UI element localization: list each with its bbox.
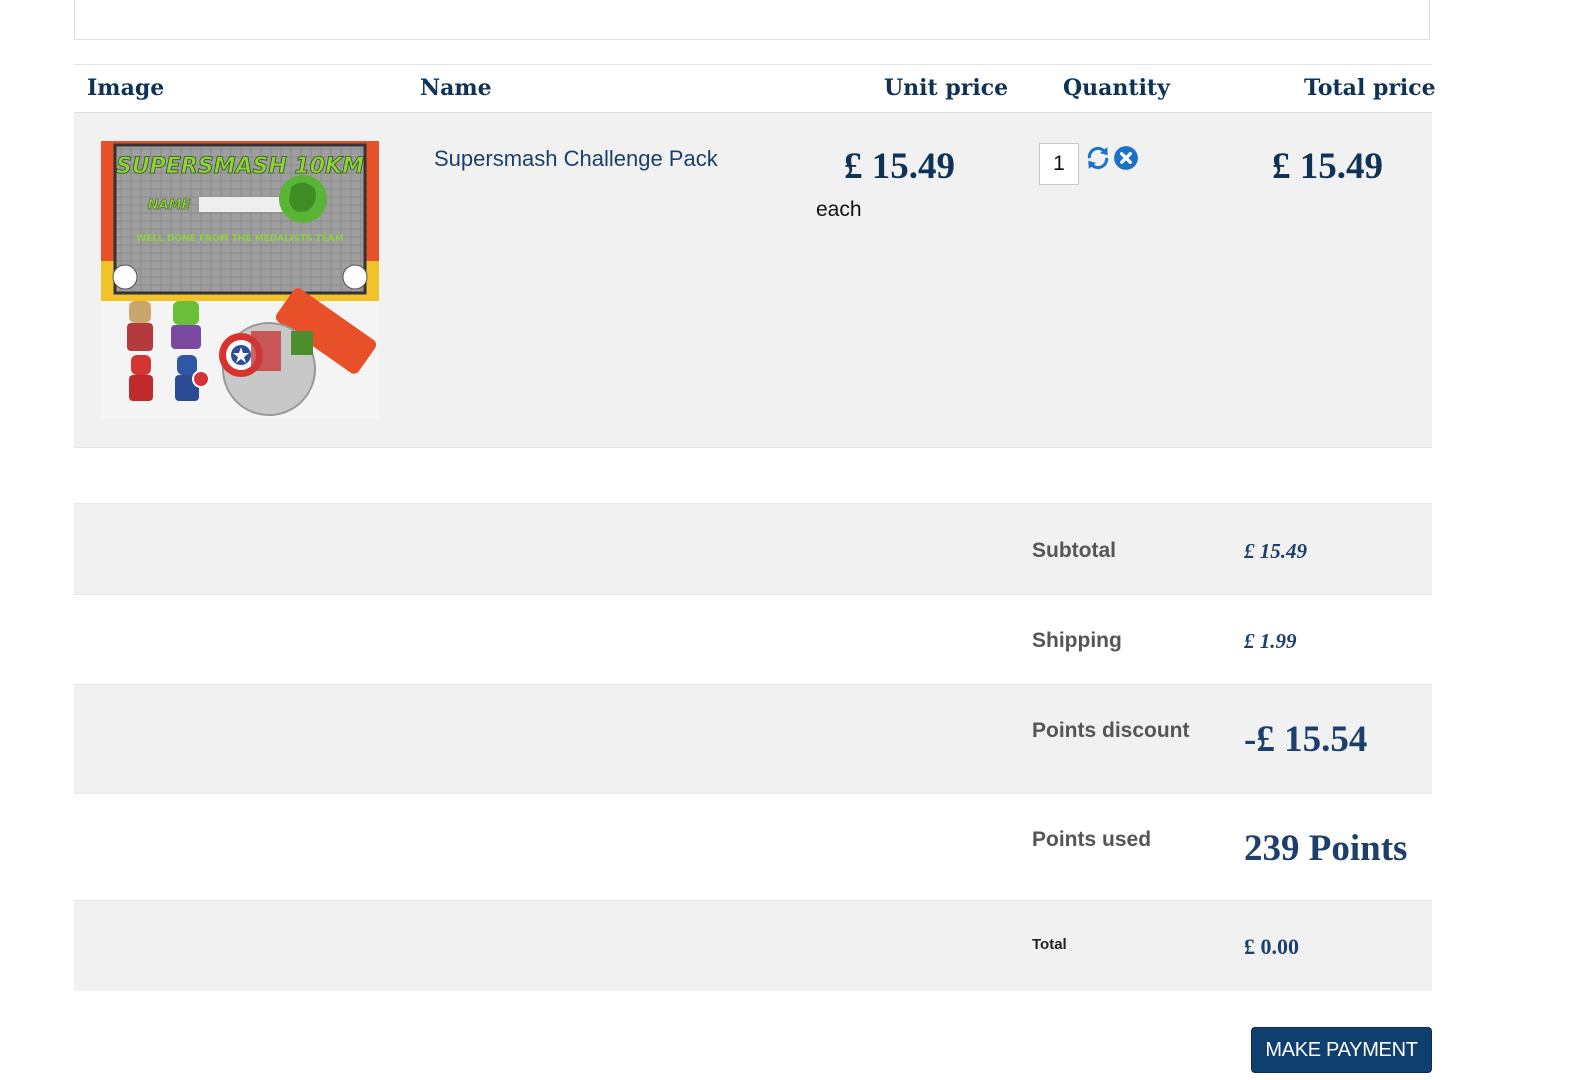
quantity-input[interactable] (1039, 143, 1079, 185)
points-used-row: Points used 239 Points (74, 793, 1432, 900)
points-used-value: 239 Points (1244, 828, 1408, 869)
shipping-value: £ 1.99 (1244, 629, 1297, 653)
header-name: Name (420, 75, 492, 101)
refresh-icon[interactable] (1085, 145, 1111, 171)
product-image[interactable]: SUPERSMASH 10KM NAME WELL DONE FROM THE … (101, 141, 379, 419)
cart-item-row: SUPERSMASH 10KM NAME WELL DONE FROM THE … (74, 113, 1432, 448)
unit-price: £ 15.49 (844, 146, 955, 187)
total-row: Total £ 0.00 (74, 900, 1432, 991)
unit-price-suffix: each (816, 198, 862, 221)
image-name-label: NAME (148, 198, 191, 213)
shipping-row: Shipping £ 1.99 (74, 594, 1432, 684)
shipping-label: Shipping (1032, 629, 1122, 652)
image-message-text: WELL DONE FROM THE MEDALISTS TEAM (136, 234, 343, 244)
points-discount-value: -£ 15.54 (1244, 719, 1368, 760)
points-discount-row: Points discount -£ 15.54 (74, 684, 1432, 793)
total-label: Total (1032, 936, 1067, 953)
make-payment-button[interactable]: MAKE PAYMENT (1251, 1027, 1432, 1073)
cart-table-header: Image Name Unit price Quantity Total pri… (74, 64, 1436, 113)
line-total-price: £ 15.49 (1272, 146, 1383, 187)
header-quantity: Quantity (1063, 75, 1170, 101)
header-image: Image (87, 75, 165, 101)
header-total-price: Total price (1304, 75, 1436, 101)
subtotal-label: Subtotal (1032, 539, 1116, 562)
remove-icon[interactable] (1113, 145, 1139, 171)
points-used-label: Points used (1032, 828, 1152, 851)
total-value: £ 0.00 (1244, 934, 1299, 959)
top-panel (74, 0, 1430, 40)
points-discount-label: Points discount (1032, 719, 1190, 742)
header-unit-price: Unit price (884, 75, 1009, 101)
subtotal-value: £ 15.49 (1244, 539, 1307, 563)
subtotal-row: Subtotal £ 15.49 (74, 503, 1432, 594)
product-name-link[interactable]: Supersmash Challenge Pack (434, 146, 718, 172)
image-title-text: SUPERSMASH 10KM (116, 154, 364, 179)
